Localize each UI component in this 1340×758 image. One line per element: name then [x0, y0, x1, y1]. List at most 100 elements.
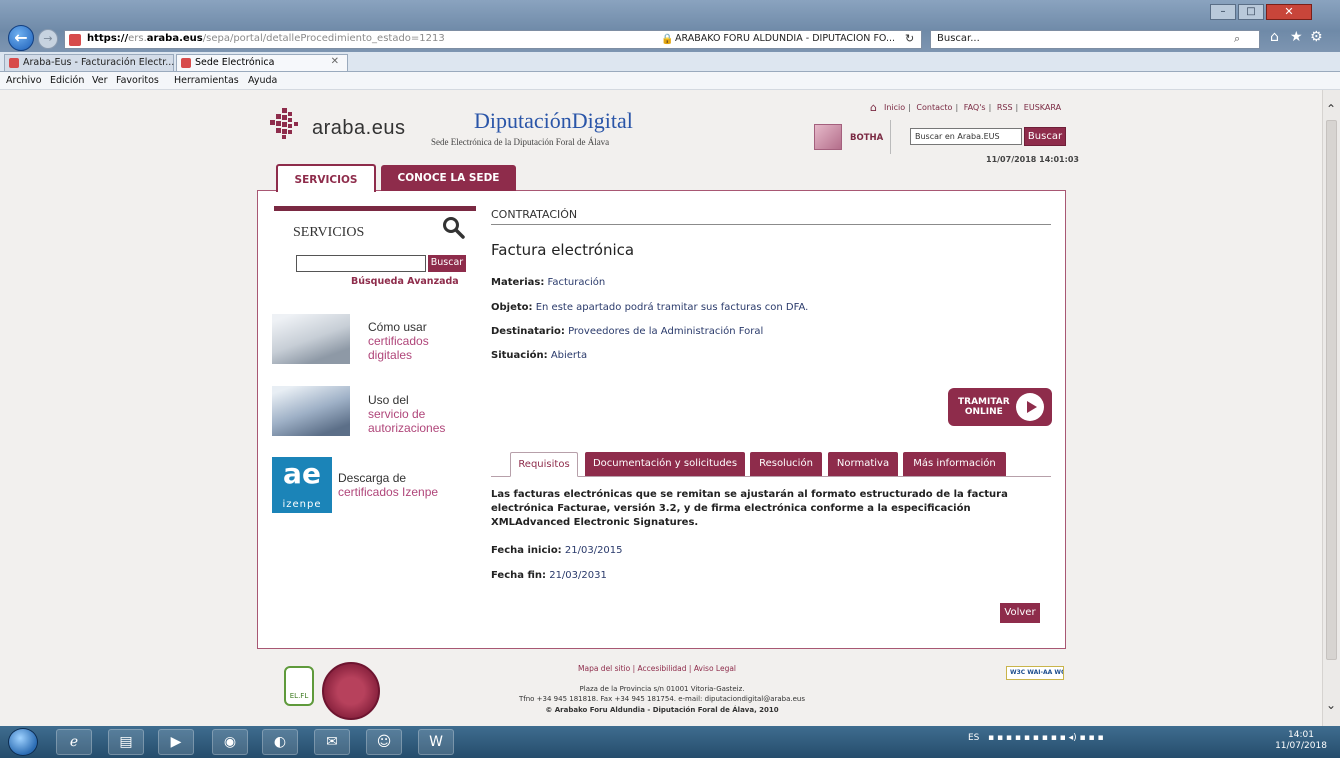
favorites-star-icon[interactable]: ★: [1290, 29, 1303, 45]
tab-servicios[interactable]: SERVICIOS: [276, 164, 376, 192]
diputacion-digital-title[interactable]: DiputaciónDigital: [474, 108, 633, 134]
izenpe-logo-mark: ae: [283, 457, 321, 490]
link-faqs[interactable]: FAQ's: [964, 103, 986, 112]
browser-search-box[interactable]: Buscar... ⌕: [930, 30, 1260, 49]
word-taskbar-icon[interactable]: W: [418, 729, 454, 755]
chat-taskbar-icon[interactable]: ☺: [366, 729, 402, 755]
diputacion-digital-subtitle: Sede Electrónica de la Diputación Foral …: [431, 137, 610, 147]
field-value: En este apartado podrá tramitar sus fact…: [535, 302, 809, 313]
media-player-taskbar-icon[interactable]: ▶: [158, 729, 194, 755]
site-search-button[interactable]: Buscar: [1024, 127, 1066, 146]
minimize-button[interactable]: –: [1210, 4, 1236, 20]
tab-normativa[interactable]: Normativa: [828, 452, 898, 476]
link-contacto[interactable]: Contacto: [916, 103, 952, 112]
address-bar[interactable]: https://ers.araba.eus/sepa/portal/detall…: [64, 30, 922, 49]
field-value: 21/03/2031: [549, 570, 607, 581]
app-taskbar-icon[interactable]: ◉: [212, 729, 248, 755]
sidebar-rule: [274, 206, 476, 211]
maximize-button[interactable]: □: [1238, 4, 1264, 20]
link-inicio[interactable]: Inicio: [884, 103, 905, 112]
botha-book-icon[interactable]: [814, 124, 842, 150]
volver-button[interactable]: Volver: [1000, 603, 1040, 623]
search-icon[interactable]: [440, 214, 466, 240]
lock-icon: 🔒: [661, 34, 674, 45]
scroll-up-icon[interactable]: ⌃: [1326, 102, 1336, 116]
menu-ayuda[interactable]: Ayuda: [248, 75, 277, 86]
menu-ver[interactable]: Ver: [92, 75, 108, 86]
promo-line: Uso del: [368, 393, 409, 407]
system-tray[interactable]: ES ▪ ▪ ▪ ▪ ▪ ▪ ▪ ▪ ▪ ◂) ▪ ▪ ▪: [968, 733, 1104, 743]
tramitar-online-button[interactable]: TRAMITAR ONLINE: [948, 388, 1052, 426]
advanced-search-link[interactable]: Búsqueda Avanzada: [351, 276, 459, 287]
close-tab-icon[interactable]: ✕: [331, 56, 339, 67]
browser-tab-facturacion[interactable]: Araba-Eus - Facturación Electr...: [4, 54, 174, 71]
footer-copyright: © Arabako Foru Aldundia - Diputación For…: [545, 706, 779, 714]
firefox-taskbar-icon[interactable]: ◐: [262, 729, 298, 755]
site-search-input[interactable]: Buscar en Araba.EUS: [910, 128, 1022, 145]
refresh-icon[interactable]: ↻: [905, 32, 914, 45]
araba-logo-icon: [270, 108, 298, 139]
tab-resolucion[interactable]: Resolución: [750, 452, 822, 476]
accessibility-badge-icon[interactable]: EL.FL: [284, 666, 314, 706]
section-heading: CONTRATACIÓN: [491, 208, 578, 221]
tab-requisitos[interactable]: Requisitos: [510, 452, 578, 477]
sidebar-title: SERVICIOS: [293, 225, 365, 240]
link-euskara[interactable]: EUSKARA: [1024, 103, 1061, 112]
forward-button[interactable]: →: [38, 29, 58, 49]
field-fecha-fin: Fecha fin: 21/03/2031: [491, 570, 607, 581]
divider: [491, 224, 1051, 225]
services-search-button[interactable]: Buscar: [428, 255, 466, 272]
folder-taskbar-icon[interactable]: ▤: [108, 729, 144, 755]
ie-taskbar-icon[interactable]: ℯ: [56, 729, 92, 755]
scroll-down-icon[interactable]: ⌄: [1326, 698, 1336, 712]
field-materias: Materias: Facturación: [491, 277, 605, 288]
mail-taskbar-icon[interactable]: ✉: [314, 729, 350, 755]
seal-icon[interactable]: [322, 662, 380, 720]
scroll-thumb[interactable]: [1326, 120, 1337, 660]
footer-links[interactable]: Mapa del sitio | Accesibilidad | Aviso L…: [578, 664, 736, 673]
field-objeto: Objeto: En este apartado podrá tramitar …: [491, 302, 808, 313]
field-situacion: Situación: Abierta: [491, 350, 587, 361]
handshake-photo[interactable]: [272, 386, 350, 436]
tab-conoce-la-sede[interactable]: CONOCE LA SEDE: [381, 165, 516, 191]
promo-izenpe[interactable]: Descarga de certificados Izenpe: [338, 471, 438, 499]
top-links: Inicio | Contacto | FAQ's | RSS | EUSKARA: [884, 103, 1062, 112]
promo-autorizaciones[interactable]: Uso del servicio de autorizaciones: [368, 393, 445, 435]
vertical-scrollbar[interactable]: ⌃ ⌄: [1322, 90, 1340, 726]
home-icon[interactable]: ⌂: [1270, 29, 1279, 45]
services-search-input[interactable]: [296, 255, 426, 272]
certificates-photo[interactable]: [272, 314, 350, 364]
back-button[interactable]: ←: [8, 25, 34, 51]
izenpe-logo[interactable]: ae izenpe: [272, 457, 332, 513]
promo-certificados-digitales[interactable]: Cómo usar certificados digitales: [368, 320, 429, 362]
language-indicator[interactable]: ES: [968, 733, 979, 743]
current-datetime: 11/07/2018 14:01:03: [986, 155, 1079, 164]
botha-link[interactable]: BOTHA: [850, 133, 883, 143]
start-button[interactable]: [8, 728, 38, 756]
promo-line: servicio de: [368, 407, 426, 421]
browser-tab-label: Sede Electrónica: [195, 57, 275, 68]
close-window-button[interactable]: ✕: [1266, 4, 1312, 20]
link-rss[interactable]: RSS: [997, 103, 1013, 112]
w3c-wai-badge[interactable]: W3C WAI-AA WCAG 1.0: [1006, 666, 1064, 680]
footer-contact-line: Tfno +34 945 181818. Fax +34 945 181754.…: [518, 695, 806, 703]
tab-documentacion[interactable]: Documentación y solicitudes: [585, 452, 745, 476]
site-identity[interactable]: ARABAKO FORU ALDUNDIA - DIPUTACION FO...: [675, 33, 895, 44]
tramitar-label: TRAMITAR ONLINE: [958, 397, 1010, 417]
menu-favoritos[interactable]: Favoritos: [116, 75, 159, 86]
araba-logo-text[interactable]: araba.eus: [312, 117, 405, 140]
menu-edicion[interactable]: Edición: [50, 75, 84, 86]
izenpe-logo-sub: izenpe: [282, 499, 322, 510]
menu-archivo[interactable]: Archivo: [6, 75, 42, 86]
gear-icon[interactable]: ⚙: [1310, 29, 1323, 45]
field-label: Situación:: [491, 350, 548, 361]
browser-tab-sede[interactable]: Sede Electrónica ✕: [176, 54, 348, 71]
footer-address-line: Plaza de la Provincia s/n 01001 Vitoria-…: [579, 685, 745, 693]
menu-herramientas[interactable]: Herramientas: [174, 75, 239, 86]
search-icon[interactable]: ⌕: [1234, 32, 1240, 46]
field-value: Facturación: [547, 277, 606, 288]
tab-mas-informacion[interactable]: Más información: [903, 452, 1006, 476]
home-icon[interactable]: ⌂: [870, 101, 877, 114]
taskbar-clock[interactable]: 14:01 11/07/2018: [1272, 730, 1330, 752]
field-label: Fecha inicio:: [491, 545, 562, 556]
